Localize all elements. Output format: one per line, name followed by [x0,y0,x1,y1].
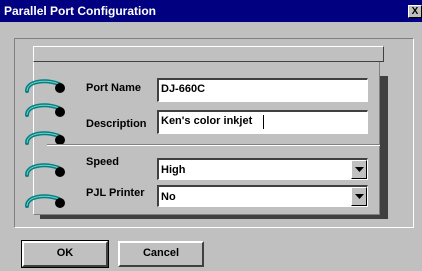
description-value: Ken's color inkjet [161,115,253,127]
binder-ring-icon [25,103,65,117]
section-divider [47,144,380,146]
window-title: Parallel Port Configuration [4,4,157,18]
parallel-port-config-dialog: Parallel Port Configuration X Port Name … [0,0,422,271]
ok-button[interactable]: OK [21,240,109,268]
title-bar[interactable]: Parallel Port Configuration X [0,0,422,22]
text-caret [263,115,264,129]
pjl-printer-select[interactable]: No [157,185,368,207]
port-name-label: Port Name [86,82,142,94]
dropdown-arrow-icon [355,167,364,172]
binder-ring-icon [25,163,65,177]
close-icon: X [411,6,419,17]
port-name-value: DJ-660C [161,83,206,95]
cancel-button[interactable]: Cancel [118,241,204,267]
binder-ring-icon [25,194,65,208]
description-label: Description [86,118,147,130]
pjl-printer-dropdown-button[interactable] [351,187,367,206]
notebook-header-strip [33,46,384,62]
speed-select[interactable]: High [157,158,368,180]
binder-ring-icon [25,79,65,93]
speed-dropdown-button[interactable] [351,160,367,179]
pjl-printer-selected-value: No [161,191,176,203]
port-name-field[interactable]: DJ-660C [157,78,368,102]
close-button[interactable]: X [408,5,422,18]
pjl-printer-label: PJL Printer [86,187,145,199]
speed-label: Speed [86,156,120,168]
speed-selected-value: High [161,164,186,176]
description-field[interactable]: Ken's color inkjet [157,110,368,134]
dropdown-arrow-icon [355,194,364,199]
